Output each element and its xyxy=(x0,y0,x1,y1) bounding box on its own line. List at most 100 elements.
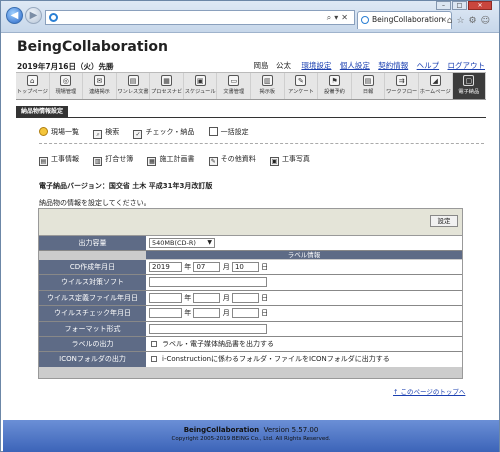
user-name: 岡島 公太 xyxy=(253,61,292,70)
gear-icon[interactable]: ⚙ xyxy=(469,16,481,26)
site-icon: ◎ xyxy=(60,75,72,86)
tab-favicon xyxy=(361,16,369,24)
capacity-select[interactable]: 540MB(CD-R) ▼ xyxy=(149,238,215,248)
ie-icon xyxy=(49,13,58,22)
menu-label: プロセスナビ xyxy=(151,89,183,95)
maximize-icon[interactable]: □ xyxy=(452,1,467,10)
back-to-top-link[interactable]: ↑ このページのトップへ xyxy=(393,386,465,396)
smiley-icon[interactable]: ☺ xyxy=(481,16,494,26)
capacity-value-cell: 540MB(CD-R) ▼ xyxy=(146,236,462,251)
menu-equipment-reservation[interactable]: ⚑ 設備予約 xyxy=(318,73,352,99)
label-output-row: ラベルの出力 ラベル・電子媒体納品書を出力する xyxy=(39,337,462,353)
menu-top-page[interactable]: ⌂ トップページ xyxy=(16,73,50,99)
toolbar-secondary: ▤ 工事情報 ▥ 打合せ簿 ▦ 施工計画書 ✎ その他資料 ▣ 工事写真 xyxy=(39,154,322,166)
site-list-link[interactable]: 現場一覧 xyxy=(39,127,79,136)
virus-soft-input[interactable] xyxy=(149,277,267,288)
menu-label: アンケート xyxy=(288,89,314,95)
link-personal-settings[interactable]: 個人設定 xyxy=(340,61,370,70)
menu-notice[interactable]: ✉ 連絡掲示 xyxy=(83,73,117,99)
menu-workflow[interactable]: ⇉ ワークフロー xyxy=(385,73,419,99)
toolbar-divider xyxy=(39,143,484,144)
menu-schedule[interactable]: ▣ スケジュール xyxy=(184,73,218,99)
footer-copyright: Copyright 2005-2019 BEING Co., Ltd. All … xyxy=(171,436,331,442)
minimize-icon[interactable]: – xyxy=(436,1,451,10)
meeting-record-icon: ▥ xyxy=(93,157,103,166)
menu-site-management[interactable]: ◎ 現場管理 xyxy=(50,73,84,99)
link-environment-settings[interactable]: 環境設定 xyxy=(301,61,331,70)
label-info-header: ラベル情報 xyxy=(146,251,462,260)
menu-label: 連絡掲示 xyxy=(89,89,110,95)
virus-check-month-input[interactable] xyxy=(193,308,221,319)
virus-check-row: ウイルスチェック年月日 年 月 日 xyxy=(39,306,462,322)
back-button[interactable]: ◀ xyxy=(6,7,23,24)
page-footer: BeingCollaboration Version 5.57.00 Copyr… xyxy=(3,420,499,452)
menu-oneless-docs[interactable]: ▤ ワンレス文書 xyxy=(117,73,151,99)
icon-folder-row: ICONフォルダの出力 i-Constructionに係わるフォルダ・ファイルを… xyxy=(39,352,462,367)
meeting-record-link[interactable]: ▥ 打合せ簿 xyxy=(93,155,133,166)
construction-plan-icon: ▦ xyxy=(147,157,157,166)
virus-def-year-input[interactable] xyxy=(149,292,182,303)
menu-document-management[interactable]: ▭ 文書管理 xyxy=(217,73,252,99)
virus-def-label: ウイルス定義ファイル年月日 xyxy=(39,290,146,306)
back-to-top-text: このページのトップへ xyxy=(400,388,466,396)
site-list-icon xyxy=(39,127,48,136)
process-icon: ▦ xyxy=(161,75,173,86)
other-materials-link[interactable]: ✎ その他資料 xyxy=(208,155,256,166)
construction-info-link[interactable]: ▤ 工事情報 xyxy=(39,155,79,166)
format-input[interactable] xyxy=(149,323,267,334)
set-button[interactable]: 設定 xyxy=(430,215,458,227)
bulk-settings-link[interactable]: 一括設定 xyxy=(208,127,249,136)
browser-tab[interactable]: BeingCollaboration × xyxy=(357,11,452,29)
virus-def-day-input[interactable] xyxy=(231,292,259,303)
menu-label: ワンレス文書 xyxy=(117,89,149,95)
menu-electronic-delivery[interactable]: ▢ 電子納品 xyxy=(452,73,487,99)
menu-bulletin-board[interactable]: ▥ 掲示板 xyxy=(251,73,285,99)
menu-label: トップページ xyxy=(16,89,48,95)
footer-version: Version 5.57.00 xyxy=(263,426,319,434)
capacity-label: 出力容量 xyxy=(39,236,146,251)
toolbar-label: チェック・納品 xyxy=(145,128,195,136)
day-unit: 日 xyxy=(261,309,269,318)
window-controls: – □ ✕ xyxy=(435,1,495,11)
tab-title: BeingCollaboration xyxy=(372,15,444,24)
virus-def-month-input[interactable] xyxy=(193,292,221,303)
browser-titlebar: ◀ ▶ ⌕▾✕ BeingCollaboration × – □ ✕ ⌂☆⚙☺ xyxy=(1,1,499,33)
label-output-checkbox[interactable] xyxy=(151,341,157,347)
brand-title: BeingCollaboration xyxy=(17,39,168,55)
cd-month-input[interactable]: 07 xyxy=(193,262,221,272)
favorites-icon[interactable]: ☆ xyxy=(456,16,468,26)
main-menu: ⌂ トップページ ◎ 現場管理 ✉ 連絡掲示 ▤ ワンレス文書 ▦ プロセスナビ ▣ スケジ… xyxy=(16,72,487,100)
icon-folder-checkbox[interactable] xyxy=(151,356,157,363)
cd-year-input[interactable]: 2019 xyxy=(149,262,182,272)
menu-daily-report[interactable]: ▤ 日報 xyxy=(352,73,386,99)
close-window-icon[interactable]: ✕ xyxy=(468,1,492,10)
menu-homepage[interactable]: ◢ ホームページ xyxy=(419,73,453,99)
capacity-row: 出力容量 540MB(CD-R) ▼ xyxy=(39,236,462,252)
home-icon[interactable]: ⌂ xyxy=(447,16,457,26)
calendar-icon: ▣ xyxy=(194,75,206,86)
search-link[interactable]: ⌕ 検索 xyxy=(93,128,119,139)
check-delivery-link[interactable]: ✓ チェック・納品 xyxy=(133,128,195,139)
address-controls[interactable]: ⌕▾✕ xyxy=(327,13,351,23)
cd-day-input[interactable]: 10 xyxy=(231,262,259,272)
virus-soft-label: ウイルス対策ソフト xyxy=(39,275,146,290)
section-header: 納品物情報設定 xyxy=(16,106,486,117)
link-help[interactable]: ヘルプ xyxy=(417,61,440,70)
virus-check-day-input[interactable] xyxy=(231,308,259,319)
menu-label: ワークフロー xyxy=(386,89,418,95)
menu-survey[interactable]: ✎ アンケート xyxy=(285,73,319,99)
folder-icon: ▭ xyxy=(228,75,240,86)
menu-label: 現場管理 xyxy=(55,89,77,95)
construction-photos-link[interactable]: ▣ 工事写真 xyxy=(269,155,310,166)
link-contract-info[interactable]: 契約情報 xyxy=(378,61,408,70)
menu-label: 日報 xyxy=(362,89,374,95)
virus-check-year-input[interactable] xyxy=(149,308,182,319)
construction-info-icon: ▤ xyxy=(39,157,48,166)
address-bar[interactable]: ⌕▾✕ xyxy=(45,10,355,25)
construction-plan-link[interactable]: ▦ 施工計画書 xyxy=(147,155,194,166)
forward-button[interactable]: ▶ xyxy=(25,7,42,24)
browser-tools: ⌂☆⚙☺ xyxy=(447,16,494,26)
link-logout[interactable]: ログアウト xyxy=(448,61,486,70)
section-divider xyxy=(16,117,486,118)
menu-process-navi[interactable]: ▦ プロセスナビ xyxy=(150,73,184,99)
